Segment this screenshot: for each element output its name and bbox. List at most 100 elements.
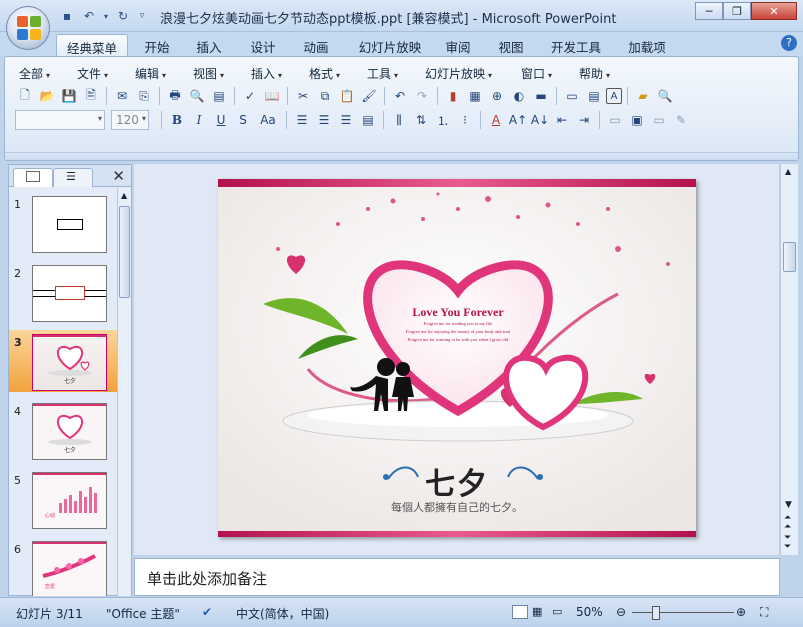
spellcheck-icon[interactable]: ✔	[202, 605, 212, 619]
color-grayscale-icon[interactable]: ◐	[509, 86, 529, 106]
font-size-combo[interactable]: 120 ▾	[111, 110, 149, 130]
close-button[interactable]: ✕	[751, 2, 797, 20]
draw-icon[interactable]: ✎	[671, 110, 691, 130]
tab-home[interactable]: 开始	[136, 34, 178, 56]
slide-thumbnail-row[interactable]: 4 七夕	[9, 399, 117, 461]
scroll-up-icon[interactable]: ▲	[121, 191, 127, 200]
insert-hyperlink-icon[interactable]: ⊕	[487, 86, 507, 106]
new-document-icon[interactable]: 🗋	[15, 86, 35, 106]
slide-thumbnail[interactable]: 恋爱	[32, 541, 107, 596]
slide-layout-icon[interactable]: ▤	[584, 86, 604, 106]
new-slide-dropdown-icon[interactable]: ▣	[627, 110, 647, 130]
shrink-font-icon[interactable]: A↓	[530, 110, 550, 130]
close-panel-icon[interactable]: ✕	[112, 167, 125, 185]
slide-thumbnail-row[interactable]: 6 恋爱	[9, 537, 117, 596]
bullets-icon[interactable]: ⁝	[455, 110, 475, 130]
table-icon[interactable]: ▦	[465, 86, 485, 106]
notes-pane[interactable]: 单击此处添加备注	[134, 558, 780, 596]
fit-to-window-icon[interactable]: ⛶	[760, 605, 768, 620]
zoom-search-icon[interactable]: 🔍	[655, 86, 675, 106]
menu-format[interactable]: 格式 ▾	[309, 65, 367, 82]
change-case-button[interactable]: Aa	[255, 110, 281, 130]
zoom-level[interactable]: 50%	[576, 605, 603, 619]
format-painter-icon[interactable]: 🖌	[359, 86, 379, 106]
shadow-button[interactable]: S	[233, 110, 253, 130]
italic-button[interactable]: I	[189, 110, 209, 130]
menu-edit[interactable]: 编辑 ▾	[135, 65, 193, 82]
zoom-slider-track[interactable]	[632, 612, 734, 613]
tab-addins[interactable]: 加载项	[620, 34, 674, 56]
slide-thumbnail[interactable]	[32, 265, 107, 322]
tab-developer[interactable]: 开发工具	[543, 34, 609, 56]
undo-dropdown-icon[interactable]: ▾	[102, 7, 110, 25]
permission-icon[interactable]: 🖹	[81, 86, 101, 106]
undo-icon[interactable]: ↶	[80, 7, 98, 25]
slide-sorter-view-icon[interactable]: ▦	[532, 605, 548, 619]
new-slide-icon[interactable]: ▭	[562, 86, 582, 106]
justify-icon[interactable]: ▤	[358, 110, 378, 130]
bold-button[interactable]: B	[167, 110, 187, 130]
columns-icon[interactable]: ⫼	[389, 110, 409, 130]
open-folder-icon[interactable]: 📂	[37, 86, 57, 106]
menu-view[interactable]: 视图 ▾	[193, 65, 251, 82]
language-indicator[interactable]: 中文(简体，中国)	[236, 605, 329, 622]
print-preview-icon[interactable]: 🔍	[187, 86, 207, 106]
thumbnail-scrollbar[interactable]: ▲	[117, 188, 131, 596]
zoom-in-icon[interactable]: ⊕	[736, 605, 746, 619]
scrollbar-thumb[interactable]	[783, 242, 796, 272]
align-left-icon[interactable]: ☰	[292, 110, 312, 130]
office-button[interactable]	[6, 6, 50, 50]
slide-thumbnail[interactable]: 心动	[32, 472, 107, 529]
menu-help[interactable]: 帮助 ▾	[579, 65, 637, 82]
copy-icon[interactable]: ⧉	[315, 86, 335, 106]
email-icon[interactable]: ✉	[112, 86, 132, 106]
slide-thumbnail-row-selected[interactable]: 3 七夕	[9, 330, 117, 392]
slide-scrollbar[interactable]: ▲ ▼ ⏶ ⏶ ⏷ ⏷	[780, 164, 798, 555]
grow-font-icon[interactable]: A↑	[508, 110, 528, 130]
next-slide-icon[interactable]: ⏷ ⏷	[784, 534, 791, 552]
tab-animation[interactable]: 动画	[295, 34, 337, 56]
open-icon[interactable]: ▰	[633, 86, 653, 106]
menu-file[interactable]: 文件 ▾	[77, 65, 135, 82]
menu-slideshow[interactable]: 幻灯片放映 ▾	[425, 65, 521, 82]
scroll-down-icon[interactable]: ▼	[785, 500, 792, 510]
tab-design[interactable]: 设计	[242, 34, 284, 56]
research-icon[interactable]: ▤	[209, 86, 229, 106]
minimize-button[interactable]: ─	[695, 2, 723, 20]
tab-classic-menu[interactable]: 经典菜单	[56, 34, 128, 56]
slideshow-view-icon[interactable]: ▭	[552, 605, 568, 619]
customize-qat-icon[interactable]: ▿	[136, 7, 148, 25]
text-box-icon[interactable]: A	[606, 88, 622, 104]
maximize-button[interactable]: ❐	[723, 2, 751, 20]
menu-all[interactable]: 全部 ▾	[19, 65, 77, 82]
scrollbar-thumb[interactable]	[119, 206, 130, 298]
redo-icon[interactable]: ↷	[412, 86, 432, 106]
tab-review[interactable]: 审阅	[437, 34, 479, 56]
tab-insert[interactable]: 插入	[188, 34, 230, 56]
slide-thumbnail-row[interactable]: 1	[9, 192, 117, 254]
slide-thumbnail[interactable]: 七夕	[32, 403, 107, 460]
slide-thumbnail[interactable]: 七夕	[32, 334, 107, 391]
font-color-button[interactable]: A	[486, 110, 506, 130]
help-icon[interactable]: ?	[781, 35, 797, 51]
undo-icon[interactable]: ↶	[390, 86, 410, 106]
save-icon[interactable]: ▪	[58, 7, 76, 25]
increase-indent-icon[interactable]: ⇥	[574, 110, 594, 130]
tab-slideshow[interactable]: 幻灯片放映	[350, 34, 430, 56]
text-direction-icon[interactable]: ⇅	[411, 110, 431, 130]
zoom-slider-thumb[interactable]	[652, 606, 660, 620]
theme-name[interactable]: "Office 主题"	[106, 605, 180, 622]
zoom-out-icon[interactable]: ⊖	[616, 605, 626, 619]
decrease-indent-icon[interactable]: ⇤	[552, 110, 572, 130]
shapes-icon[interactable]: ▭	[649, 110, 669, 130]
align-right-icon[interactable]: ☰	[336, 110, 356, 130]
menu-insert[interactable]: 插入 ▾	[251, 65, 309, 82]
previous-slide-icon[interactable]: ⏶ ⏶	[784, 514, 791, 532]
spelling-icon[interactable]: ✓	[240, 86, 260, 106]
font-name-combo[interactable]: ▾	[15, 110, 105, 130]
numbering-icon[interactable]: ⒈	[433, 110, 453, 130]
paste-icon[interactable]: 📋	[337, 86, 357, 106]
current-slide[interactable]: Love You Forever Forgive me for sending …	[218, 179, 696, 537]
align-center-icon[interactable]: ☰	[314, 110, 334, 130]
tab-slides[interactable]	[13, 168, 53, 187]
